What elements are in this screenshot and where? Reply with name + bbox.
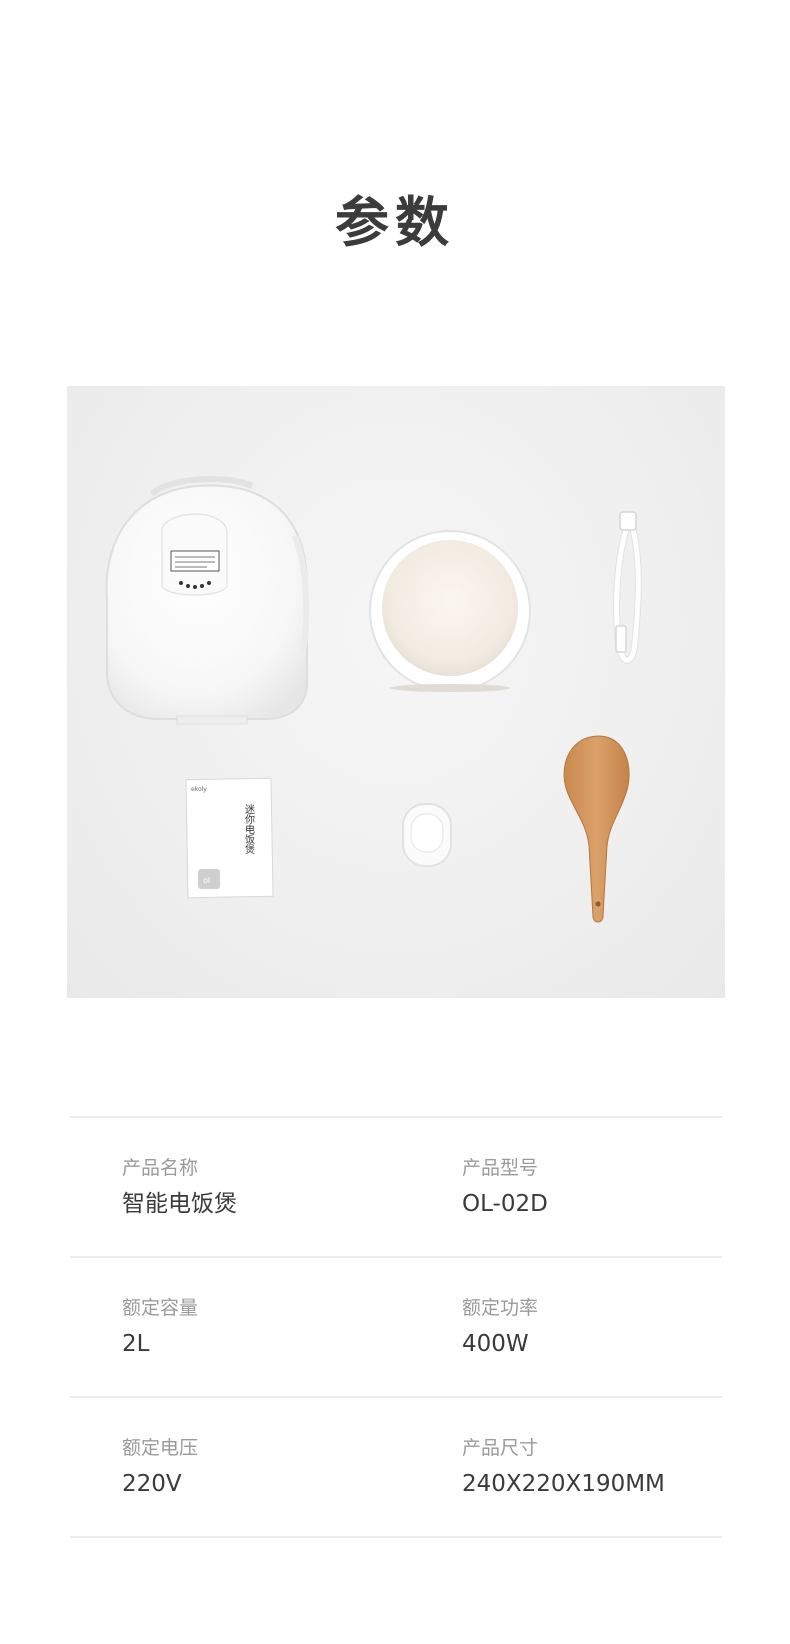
spec-table: 产品名称 智能电饭煲 产品型号 OL-02D 额定容量 2L 额定功率 400W… xyxy=(70,1116,722,1538)
spec-row: 额定容量 2L 额定功率 400W xyxy=(70,1256,722,1396)
spec-cell-product-name: 产品名称 智能电饭煲 xyxy=(122,1154,237,1220)
spec-cell-dimensions: 产品尺寸 240X220X190MM xyxy=(462,1434,665,1500)
spec-value: 400W xyxy=(462,1331,529,1357)
instruction-manual: ekoly 迷你电饭煲 ol xyxy=(185,777,274,899)
spec-value: OL-02D xyxy=(462,1191,548,1217)
manual-logo: ol xyxy=(203,876,210,885)
spec-label: 额定容量 xyxy=(122,1297,199,1319)
rice-cooker-body xyxy=(105,476,310,725)
spec-value: 240X220X190MM xyxy=(462,1471,665,1497)
inner-bowl xyxy=(369,530,531,692)
spec-cell-power: 额定功率 400W xyxy=(462,1294,538,1360)
spec-row: 产品名称 智能电饭煲 产品型号 OL-02D xyxy=(70,1116,722,1256)
spec-label: 额定功率 xyxy=(462,1297,539,1319)
spec-label: 产品尺寸 xyxy=(462,1437,539,1459)
power-cord xyxy=(613,511,642,664)
page-title: 参数 xyxy=(335,191,455,254)
spec-label: 额定电压 xyxy=(122,1437,199,1459)
product-contents-photo: ekoly 迷你电饭煲 ol xyxy=(67,386,725,998)
spec-value: 智能电饭煲 xyxy=(122,1191,237,1217)
spec-value: 220V xyxy=(122,1471,182,1497)
spec-cell-model: 产品型号 OL-02D xyxy=(462,1154,548,1220)
manual-brand: ekoly xyxy=(191,786,207,793)
spec-value: 2L xyxy=(122,1331,150,1357)
measuring-cup xyxy=(402,803,452,867)
spec-label: 产品名称 xyxy=(122,1157,199,1179)
manual-cover-title: 迷你电饭煲 xyxy=(243,804,255,855)
spec-label: 产品型号 xyxy=(462,1157,539,1179)
spec-row: 额定电压 220V 产品尺寸 240X220X190MM xyxy=(70,1396,722,1538)
spec-cell-voltage: 额定电压 220V xyxy=(122,1434,198,1500)
rice-paddle xyxy=(563,735,630,923)
spec-cell-capacity: 额定容量 2L xyxy=(122,1294,198,1360)
